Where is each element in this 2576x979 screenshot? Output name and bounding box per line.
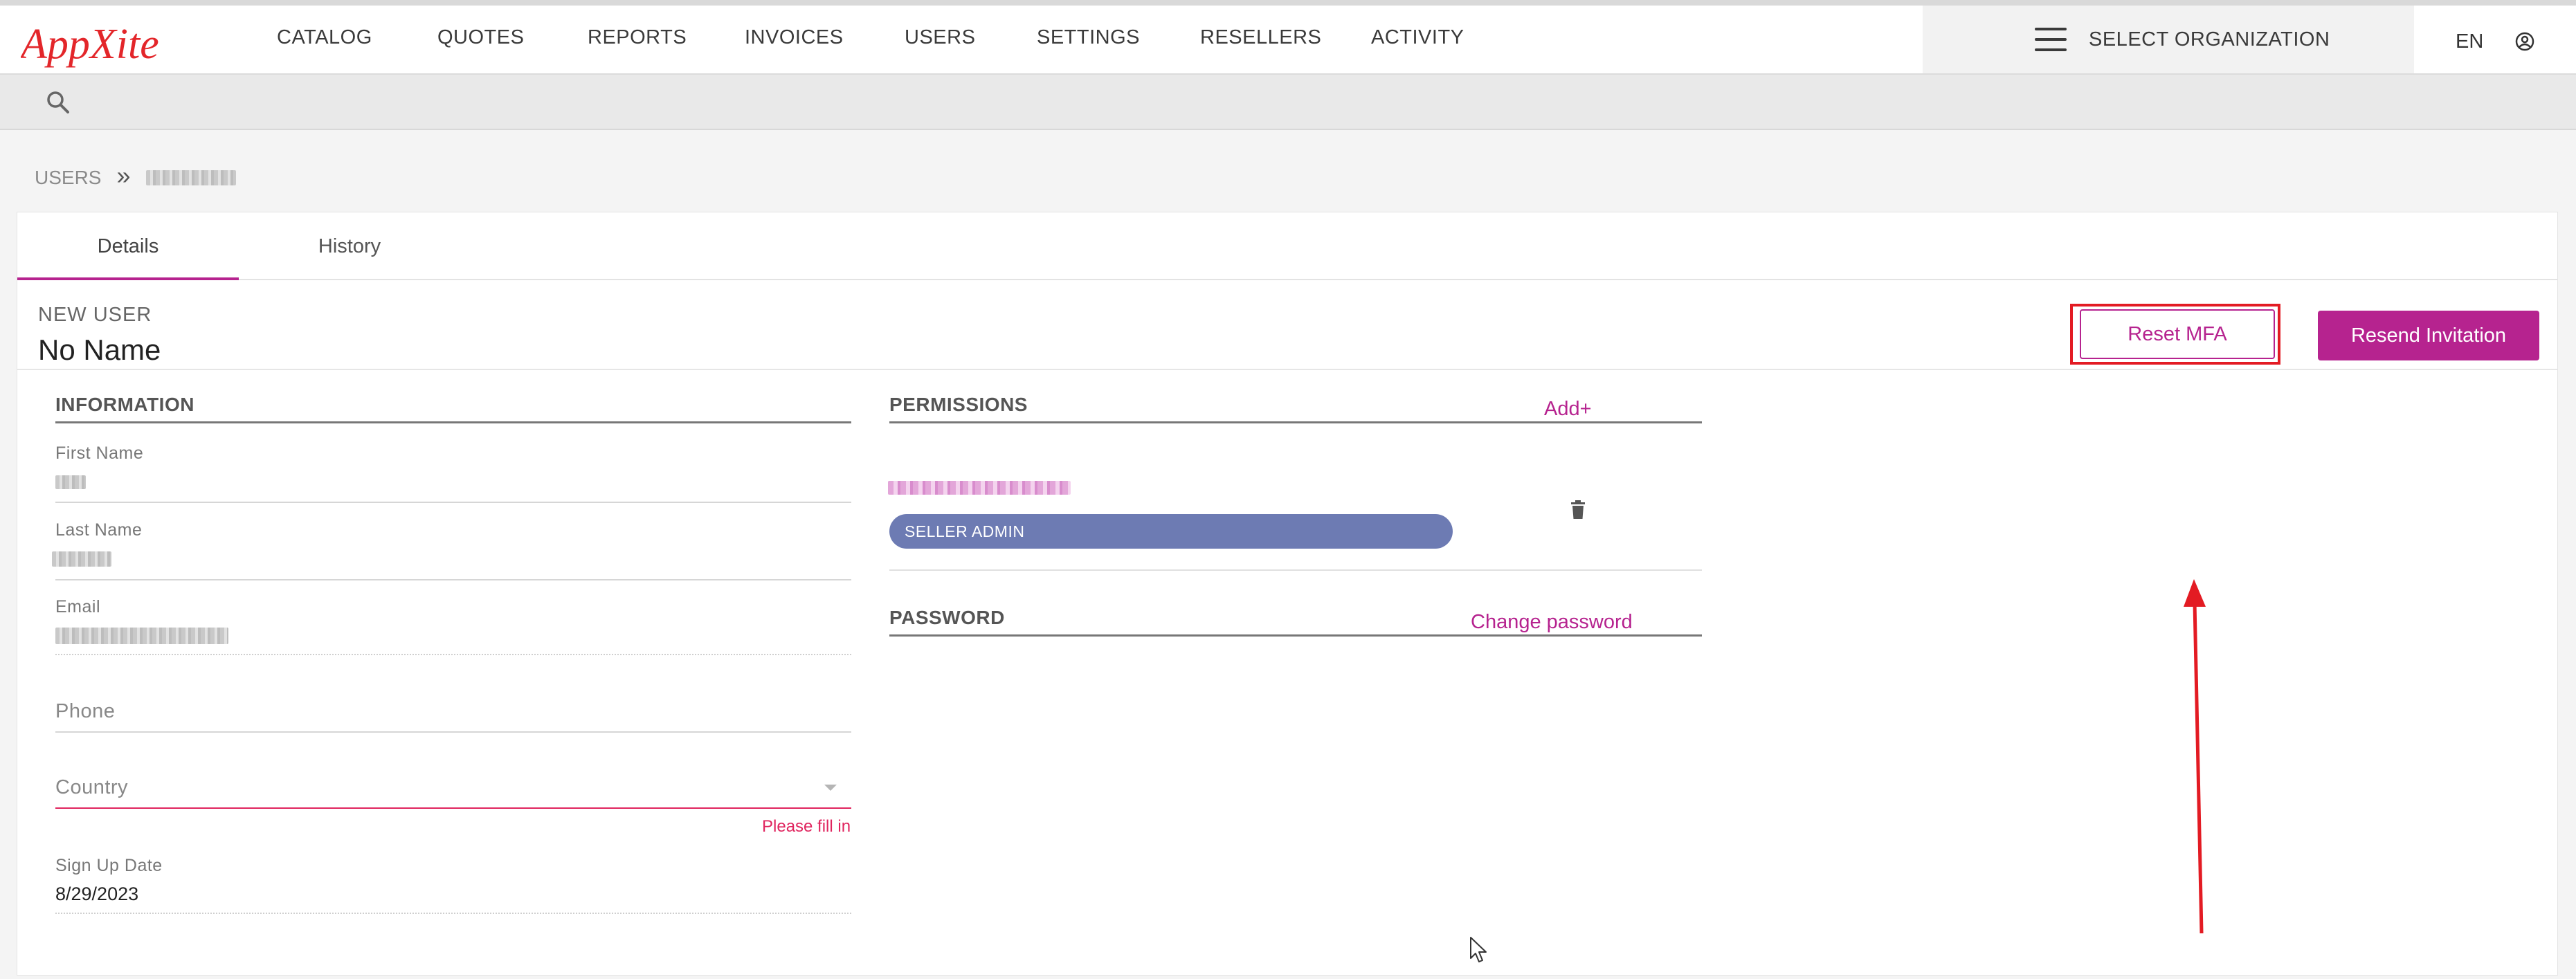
country-select[interactable]: Country bbox=[55, 776, 128, 799]
nav-settings[interactable]: SETTINGS bbox=[1037, 26, 1140, 49]
search-icon[interactable] bbox=[46, 90, 71, 115]
last-name-underline bbox=[55, 579, 851, 580]
information-section-title: INFORMATION bbox=[55, 394, 194, 415]
role-badge: SELLER ADMIN bbox=[889, 514, 1453, 549]
breadcrumb-current-user bbox=[145, 170, 236, 185]
nav-users[interactable]: USERS bbox=[905, 26, 975, 49]
permissions-section-title: PERMISSIONS bbox=[889, 394, 1028, 415]
nav-reports[interactable]: REPORTS bbox=[588, 26, 687, 49]
breadcrumb-users[interactable]: USERS bbox=[35, 167, 101, 189]
email-label: Email bbox=[55, 597, 101, 616]
country-underline bbox=[55, 807, 851, 809]
header-divider bbox=[17, 369, 2557, 370]
tab-history[interactable]: History bbox=[239, 212, 460, 280]
tab-bar: Details History bbox=[17, 212, 2557, 280]
signup-date-underline bbox=[55, 913, 851, 914]
password-section-title: PASSWORD bbox=[889, 607, 1005, 628]
email-underline bbox=[55, 654, 851, 655]
breadcrumb-separator: » bbox=[116, 161, 131, 190]
chevron-down-icon[interactable] bbox=[824, 785, 837, 791]
signup-date-value: 8/29/2023 bbox=[55, 884, 139, 904]
top-navbar: AppXite CATALOG QUOTES REPORTS INVOICES … bbox=[0, 6, 2576, 75]
user-name-heading: No Name bbox=[38, 333, 161, 366]
first-name-underline bbox=[55, 502, 851, 503]
first-name-field[interactable] bbox=[55, 475, 86, 489]
nav-invoices[interactable]: INVOICES bbox=[745, 26, 844, 49]
permissions-section-divider bbox=[889, 421, 1702, 423]
search-bar[interactable] bbox=[0, 75, 2576, 130]
organization-selector[interactable]: SELECT ORGANIZATION bbox=[1923, 6, 2414, 73]
phone-underline bbox=[55, 731, 851, 733]
last-name-field[interactable] bbox=[52, 551, 111, 567]
svg-text:AppXite: AppXite bbox=[21, 21, 159, 68]
permission-row-divider bbox=[889, 569, 1702, 571]
first-name-label: First Name bbox=[55, 443, 144, 463]
nav-resellers[interactable]: RESELLERS bbox=[1200, 26, 1321, 49]
resend-invitation-button[interactable]: Resend Invitation bbox=[2318, 311, 2539, 360]
appxite-logo[interactable]: AppXite bbox=[21, 19, 215, 68]
top-border bbox=[0, 0, 2576, 6]
hamburger-icon[interactable] bbox=[2035, 28, 2067, 51]
add-permission-link[interactable]: Add+ bbox=[1544, 398, 1592, 421]
country-error-message: Please fill in bbox=[762, 817, 851, 836]
change-password-link[interactable]: Change password bbox=[1471, 611, 1633, 634]
email-field[interactable] bbox=[55, 628, 228, 644]
signup-date-label: Sign Up Date bbox=[55, 856, 163, 875]
mouse-cursor-icon bbox=[1470, 937, 1487, 962]
last-name-label: Last Name bbox=[55, 520, 143, 540]
trash-icon[interactable] bbox=[1570, 500, 1586, 520]
permission-organization-name bbox=[888, 481, 1071, 495]
phone-field[interactable]: Phone bbox=[55, 700, 115, 723]
nav-activity[interactable]: ACTIVITY bbox=[1371, 26, 1464, 49]
tab-details[interactable]: Details bbox=[17, 212, 239, 280]
organization-selector-label: SELECT ORGANIZATION bbox=[2089, 28, 2330, 51]
nav-quotes[interactable]: QUOTES bbox=[437, 26, 524, 49]
user-circle-icon[interactable] bbox=[2515, 32, 2534, 51]
reset-mfa-button[interactable]: Reset MFA bbox=[2080, 309, 2275, 359]
nav-catalog[interactable]: CATALOG bbox=[277, 26, 372, 49]
information-section-divider bbox=[55, 421, 851, 423]
user-status-label: NEW USER bbox=[38, 304, 152, 326]
password-section-divider bbox=[889, 634, 1702, 637]
user-detail-card: Details History NEW USER No Name Reset M… bbox=[17, 212, 2558, 976]
annotation-arrow-icon bbox=[2184, 579, 2206, 934]
breadcrumb: USERS » bbox=[35, 161, 236, 192]
language-selector[interactable]: EN bbox=[2456, 30, 2483, 53]
